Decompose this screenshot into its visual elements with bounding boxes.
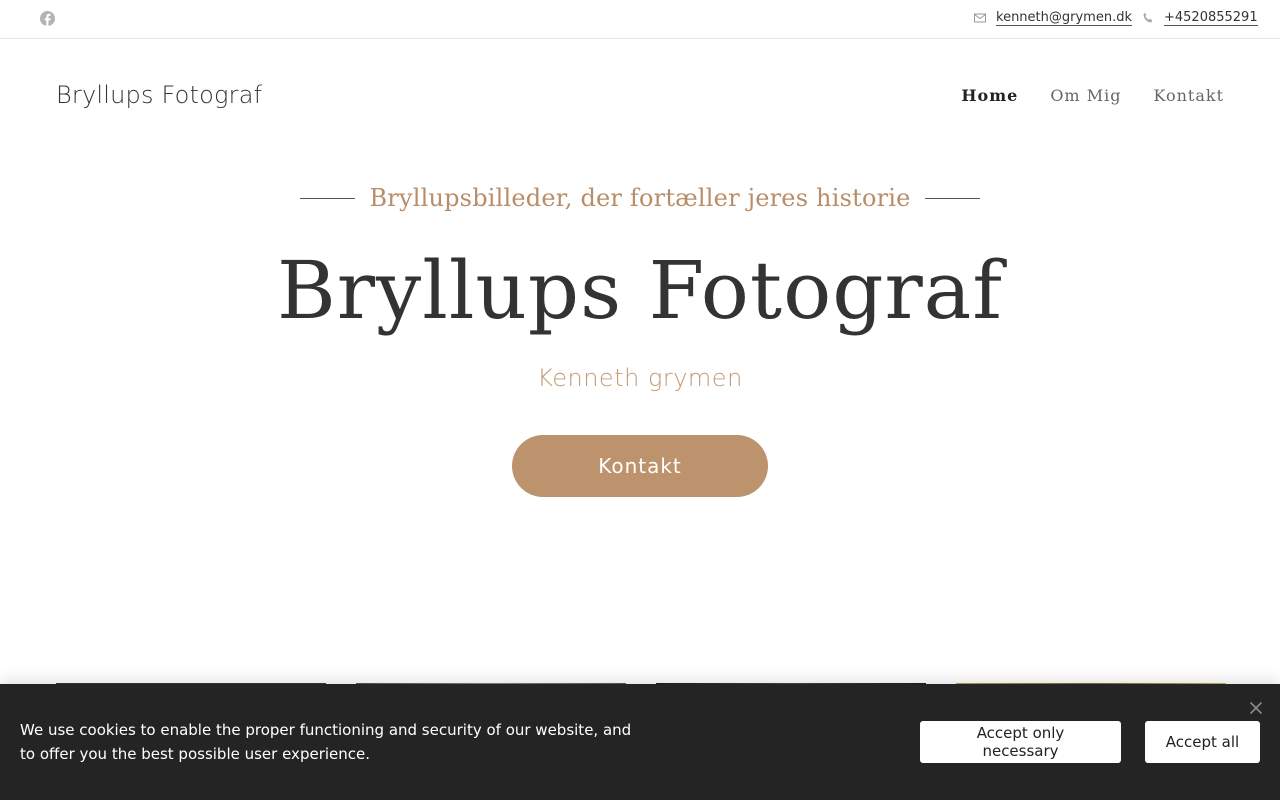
cookie-banner: We use cookies to enable the proper func… [0,684,1280,800]
email-contact: kenneth@grymen.dk [974,10,1132,26]
facebook-icon[interactable] [40,11,55,26]
hero-tagline-row: Bryllupsbilleder, der fortæller jeres hi… [0,184,1280,212]
tagline-divider-left [300,197,356,199]
tagline-divider-right [924,197,980,199]
cookie-message: We use cookies to enable the proper func… [20,721,632,763]
phone-icon [1143,12,1153,23]
main-nav: Home Om Mig Kontakt [961,86,1224,105]
mail-icon [974,13,986,23]
nav-item-kontakt[interactable]: Kontakt [1153,86,1224,105]
hero-title: Bryllups Fotograf [277,244,1003,337]
hero-tagline: Bryllupsbilleder, der fortæller jeres hi… [369,184,911,212]
nav-item-home[interactable]: Home [961,86,1018,105]
email-link[interactable]: kenneth@grymen.dk [996,10,1132,26]
close-icon[interactable] [1249,701,1263,715]
phone-contact: +4520855291 [1142,10,1258,26]
accept-all-button[interactable]: Accept all [1145,721,1260,763]
nav-item-om-mig[interactable]: Om Mig [1050,86,1121,105]
phone-link[interactable]: +4520855291 [1164,10,1258,26]
hero-subtitle: Kenneth grymen [537,364,743,392]
accept-necessary-button[interactable]: Accept only necessary [920,721,1121,763]
top-bar: kenneth@grymen.dk +4520855291 [0,0,1280,39]
kontakt-button[interactable]: Kontakt [512,435,768,497]
site-logo[interactable]: Bryllups Fotograf [56,81,262,109]
